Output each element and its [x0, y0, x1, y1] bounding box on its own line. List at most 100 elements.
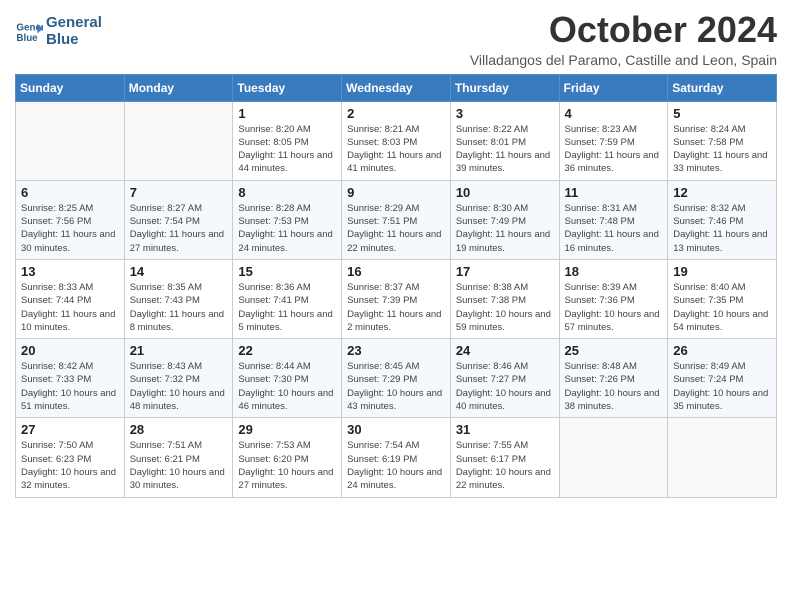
day-number: 15: [238, 264, 336, 279]
logo-line2: Blue: [46, 32, 102, 49]
title-section: October 2024 Villadangos del Paramo, Cas…: [470, 10, 777, 68]
day-number: 12: [673, 185, 771, 200]
logo: General Blue General Blue: [15, 15, 102, 48]
calendar-cell: 18 Sunrise: 8:39 AM Sunset: 7:36 PM Dayli…: [559, 259, 668, 338]
day-info: Sunrise: 8:37 AM Sunset: 7:39 PM Dayligh…: [347, 281, 445, 334]
col-header-sunday: Sunday: [16, 74, 125, 101]
day-number: 21: [130, 343, 228, 358]
day-info: Sunrise: 8:39 AM Sunset: 7:36 PM Dayligh…: [565, 281, 663, 334]
calendar-cell: 21 Sunrise: 8:43 AM Sunset: 7:32 PM Dayli…: [124, 339, 233, 418]
day-info: Sunrise: 8:33 AM Sunset: 7:44 PM Dayligh…: [21, 281, 119, 334]
calendar-cell: 9 Sunrise: 8:29 AM Sunset: 7:51 PM Daylig…: [342, 180, 451, 259]
day-info: Sunrise: 8:24 AM Sunset: 7:58 PM Dayligh…: [673, 123, 771, 176]
col-header-friday: Friday: [559, 74, 668, 101]
day-info: Sunrise: 8:20 AM Sunset: 8:05 PM Dayligh…: [238, 123, 336, 176]
calendar-cell: 23Sunrise: 8:45 AM Sunset: 7:29 PM Dayli…: [342, 339, 451, 418]
calendar-week-3: 13 Sunrise: 8:33 AM Sunset: 7:44 PM Dayli…: [16, 259, 777, 338]
calendar-cell: 28 Sunrise: 7:51 AM Sunset: 6:21 PM Dayli…: [124, 418, 233, 497]
calendar-cell: 31 Sunrise: 7:55 AM Sunset: 6:17 PM Dayli…: [450, 418, 559, 497]
day-number: 31: [456, 422, 554, 437]
day-number: 29: [238, 422, 336, 437]
col-header-tuesday: Tuesday: [233, 74, 342, 101]
calendar-cell: 26 Sunrise: 8:49 AM Sunset: 7:24 PM Dayli…: [668, 339, 777, 418]
day-number: 24: [456, 343, 554, 358]
calendar-cell: [559, 418, 668, 497]
day-number: 28: [130, 422, 228, 437]
day-number: 22: [238, 343, 336, 358]
day-info: Sunrise: 8:43 AM Sunset: 7:32 PM Dayligh…: [130, 360, 228, 413]
calendar-cell: 12 Sunrise: 8:32 AM Sunset: 7:46 PM Dayli…: [668, 180, 777, 259]
calendar-cell: 8 Sunrise: 8:28 AM Sunset: 7:53 PM Daylig…: [233, 180, 342, 259]
calendar-cell: 14 Sunrise: 8:35 AM Sunset: 7:43 PM Dayli…: [124, 259, 233, 338]
day-number: 30: [347, 422, 445, 437]
day-info: Sunrise: 8:28 AM Sunset: 7:53 PM Dayligh…: [238, 202, 336, 255]
calendar-cell: 3 Sunrise: 8:22 AM Sunset: 8:01 PM Daylig…: [450, 101, 559, 180]
svg-text:Blue: Blue: [16, 33, 38, 44]
col-header-saturday: Saturday: [668, 74, 777, 101]
day-info: Sunrise: 8:29 AM Sunset: 7:51 PM Dayligh…: [347, 202, 445, 255]
calendar-cell: 4Sunrise: 8:23 AM Sunset: 7:59 PM Daylig…: [559, 101, 668, 180]
day-info: Sunrise: 8:30 AM Sunset: 7:49 PM Dayligh…: [456, 202, 554, 255]
calendar-cell: 22Sunrise: 8:44 AM Sunset: 7:30 PM Dayli…: [233, 339, 342, 418]
day-number: 9: [347, 185, 445, 200]
calendar-cell: 15 Sunrise: 8:36 AM Sunset: 7:41 PM Dayli…: [233, 259, 342, 338]
calendar-cell: 27 Sunrise: 7:50 AM Sunset: 6:23 PM Dayli…: [16, 418, 125, 497]
calendar-week-4: 20 Sunrise: 8:42 AM Sunset: 7:33 PM Dayli…: [16, 339, 777, 418]
logo-icon: General Blue: [15, 18, 43, 46]
month-title: October 2024: [470, 10, 777, 50]
calendar-table: SundayMondayTuesdayWednesdayThursdayFrid…: [15, 74, 777, 498]
day-number: 20: [21, 343, 119, 358]
calendar-cell: 17 Sunrise: 8:38 AM Sunset: 7:38 PM Dayli…: [450, 259, 559, 338]
day-number: 23: [347, 343, 445, 358]
day-number: 5: [673, 106, 771, 121]
day-info: Sunrise: 8:25 AM Sunset: 7:56 PM Dayligh…: [21, 202, 119, 255]
day-info: Sunrise: 7:50 AM Sunset: 6:23 PM Dayligh…: [21, 439, 119, 492]
day-number: 26: [673, 343, 771, 358]
day-info: Sunrise: 8:48 AM Sunset: 7:26 PM Dayligh…: [565, 360, 663, 413]
day-number: 3: [456, 106, 554, 121]
calendar-cell: 2 Sunrise: 8:21 AM Sunset: 8:03 PM Daylig…: [342, 101, 451, 180]
day-number: 11: [565, 185, 663, 200]
location-subtitle: Villadangos del Paramo, Castille and Leo…: [470, 52, 777, 68]
day-info: Sunrise: 7:51 AM Sunset: 6:21 PM Dayligh…: [130, 439, 228, 492]
day-info: Sunrise: 7:55 AM Sunset: 6:17 PM Dayligh…: [456, 439, 554, 492]
day-number: 17: [456, 264, 554, 279]
calendar-cell: 10 Sunrise: 8:30 AM Sunset: 7:49 PM Dayli…: [450, 180, 559, 259]
day-number: 27: [21, 422, 119, 437]
day-info: Sunrise: 8:23 AM Sunset: 7:59 PM Dayligh…: [565, 123, 663, 176]
calendar-cell: 1 Sunrise: 8:20 AM Sunset: 8:05 PM Daylig…: [233, 101, 342, 180]
day-info: Sunrise: 8:36 AM Sunset: 7:41 PM Dayligh…: [238, 281, 336, 334]
day-info: Sunrise: 8:49 AM Sunset: 7:24 PM Dayligh…: [673, 360, 771, 413]
calendar-cell: 19Sunrise: 8:40 AM Sunset: 7:35 PM Dayli…: [668, 259, 777, 338]
calendar-cell: 5 Sunrise: 8:24 AM Sunset: 7:58 PM Daylig…: [668, 101, 777, 180]
calendar-cell: [668, 418, 777, 497]
calendar-header-row: SundayMondayTuesdayWednesdayThursdayFrid…: [16, 74, 777, 101]
day-info: Sunrise: 8:42 AM Sunset: 7:33 PM Dayligh…: [21, 360, 119, 413]
day-info: Sunrise: 8:31 AM Sunset: 7:48 PM Dayligh…: [565, 202, 663, 255]
day-info: Sunrise: 8:35 AM Sunset: 7:43 PM Dayligh…: [130, 281, 228, 334]
day-number: 10: [456, 185, 554, 200]
col-header-thursday: Thursday: [450, 74, 559, 101]
day-number: 7: [130, 185, 228, 200]
day-info: Sunrise: 8:27 AM Sunset: 7:54 PM Dayligh…: [130, 202, 228, 255]
day-number: 6: [21, 185, 119, 200]
day-info: Sunrise: 8:38 AM Sunset: 7:38 PM Dayligh…: [456, 281, 554, 334]
day-number: 8: [238, 185, 336, 200]
day-info: Sunrise: 8:21 AM Sunset: 8:03 PM Dayligh…: [347, 123, 445, 176]
day-number: 13: [21, 264, 119, 279]
col-header-monday: Monday: [124, 74, 233, 101]
day-number: 2: [347, 106, 445, 121]
calendar-cell: 7 Sunrise: 8:27 AM Sunset: 7:54 PM Daylig…: [124, 180, 233, 259]
day-info: Sunrise: 8:32 AM Sunset: 7:46 PM Dayligh…: [673, 202, 771, 255]
day-info: Sunrise: 8:40 AM Sunset: 7:35 PM Dayligh…: [673, 281, 771, 334]
day-number: 18: [565, 264, 663, 279]
calendar-cell: 29Sunrise: 7:53 AM Sunset: 6:20 PM Dayli…: [233, 418, 342, 497]
calendar-cell: 11 Sunrise: 8:31 AM Sunset: 7:48 PM Dayli…: [559, 180, 668, 259]
day-number: 14: [130, 264, 228, 279]
day-info: Sunrise: 7:54 AM Sunset: 6:19 PM Dayligh…: [347, 439, 445, 492]
day-number: 16: [347, 264, 445, 279]
col-header-wednesday: Wednesday: [342, 74, 451, 101]
calendar-cell: 30 Sunrise: 7:54 AM Sunset: 6:19 PM Dayli…: [342, 418, 451, 497]
day-number: 1: [238, 106, 336, 121]
day-info: Sunrise: 8:22 AM Sunset: 8:01 PM Dayligh…: [456, 123, 554, 176]
